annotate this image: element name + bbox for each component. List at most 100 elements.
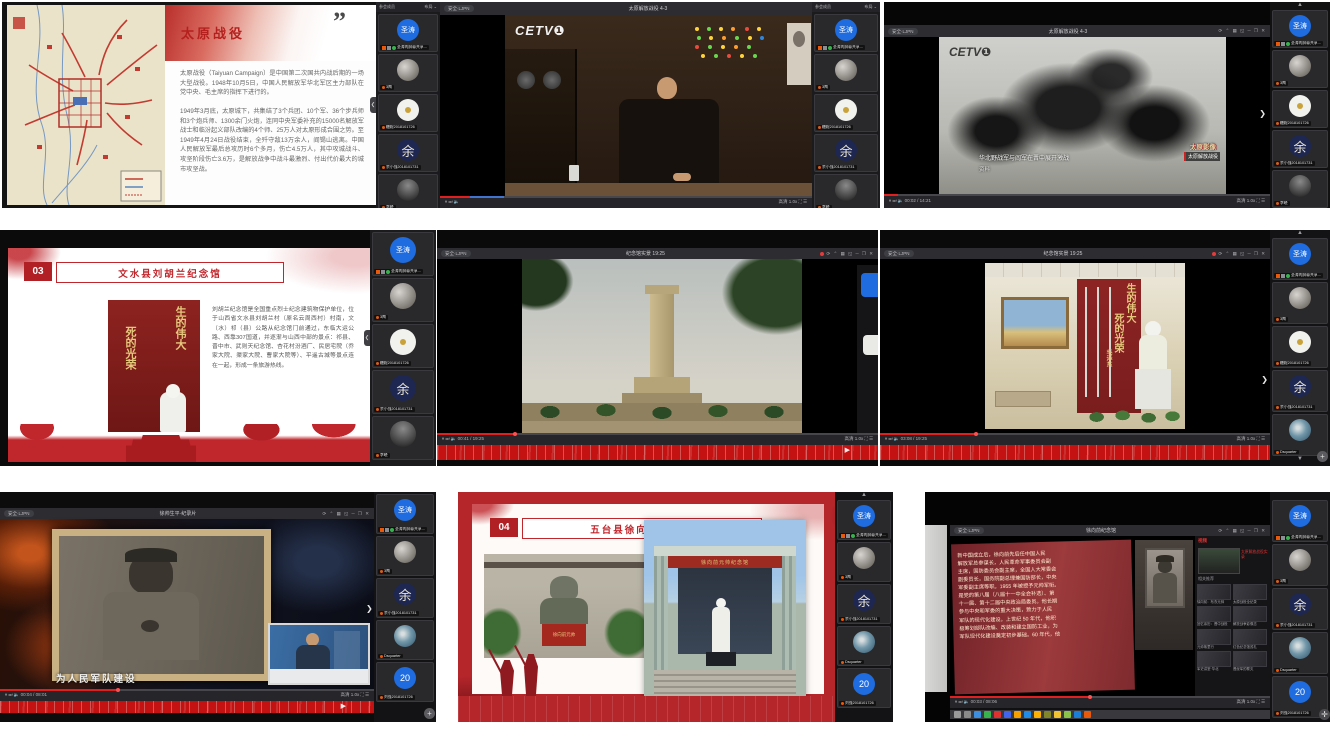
featured-thumbnail[interactable] bbox=[1198, 548, 1240, 574]
participant-tile[interactable]: 圣涛 圣涛的屏幕共享… bbox=[372, 232, 434, 276]
recommendation-thumbnail[interactable] bbox=[1233, 651, 1267, 667]
recommendation-thumbnail[interactable] bbox=[1233, 629, 1267, 645]
meeting-id-pill[interactable]: 安全·LJPN bbox=[884, 250, 914, 257]
participant-tile[interactable]: 余 余小强2018101731 bbox=[814, 134, 878, 172]
collapse-arrow[interactable]: ▲ bbox=[835, 492, 893, 498]
next-slide-arrow[interactable]: ❯ bbox=[366, 604, 373, 613]
next-slide-arrow[interactable]: ❯ bbox=[1259, 109, 1266, 118]
window-controls[interactable]: ⟳ ⌃ ▦ ◱ ─ ❐ ✕ bbox=[820, 251, 874, 257]
title-bar[interactable]: 安全·LJPN 徐帅生平·纪录片 ⟳ ⌃ ▦ ◱ ─ ❐ ✕ bbox=[0, 508, 374, 519]
taskbar-app-icon[interactable] bbox=[1004, 711, 1011, 718]
progress-bar[interactable] bbox=[0, 689, 374, 691]
taskbar-app-icon[interactable] bbox=[1014, 711, 1021, 718]
player-bar[interactable]: ⏸ ⏭ 🔈 00:03 / 08:06 高清 1.0x ⛶ ☰ bbox=[950, 696, 1270, 708]
featured-title[interactable]: 太原解放战役实录 bbox=[1241, 550, 1268, 561]
participant-tile[interactable]: Dsquarter bbox=[1272, 414, 1328, 456]
recommendation-thumbnail[interactable] bbox=[1233, 584, 1267, 600]
participant-tile[interactable]: 圣涛 圣涛的屏幕共享… bbox=[1272, 500, 1328, 542]
window-controls[interactable]: ⟳ ⌃ ▦ ◱ ─ ❐ ✕ bbox=[322, 511, 370, 517]
participant-tile[interactable]: 圣涛 圣涛的屏幕共享… bbox=[814, 14, 878, 52]
participant-tile[interactable]: Dsquarter bbox=[837, 626, 891, 666]
recommendation-thumbnail[interactable] bbox=[1197, 629, 1231, 645]
video-area[interactable]: CETV❶ bbox=[440, 15, 812, 196]
danmaku-play-icon[interactable]: ▶ bbox=[845, 446, 850, 454]
participant-tile[interactable]: 余 余小强2018101731 bbox=[378, 134, 438, 172]
danmaku-play-icon[interactable]: ▶ bbox=[341, 702, 346, 710]
player-bar[interactable]: ⏸ ⏭ 🔈 高清 1.0x ⛶ ☰ bbox=[440, 196, 812, 208]
participant-tile[interactable]: 20 刘强2018101726 bbox=[376, 662, 434, 702]
window-control-icons[interactable]: ⟳ ⌃ ▦ ◱ ─ ❐ ✕ bbox=[1218, 251, 1266, 257]
recommendation-title[interactable]: 徐向前：布衣元帅 bbox=[1197, 600, 1231, 604]
recommendation-title[interactable]: 红色纪念馆巡礼 bbox=[1233, 645, 1267, 649]
participant-tile[interactable]: 圣涛 圣涛的屏幕共享… bbox=[378, 14, 438, 52]
taskbar-app-icon[interactable] bbox=[994, 711, 1001, 718]
playback-controls[interactable]: ⏸ ⏭ 🔈 bbox=[445, 199, 459, 205]
recommendation-item[interactable]: 元帅故里行 bbox=[1197, 629, 1231, 649]
recommendation-item[interactable]: 徐向前：布衣元帅 bbox=[1197, 584, 1231, 604]
taskbar-app-icon[interactable] bbox=[1084, 711, 1091, 718]
participant-tile[interactable]: 圣涛 圣涛的屏幕共享… bbox=[1272, 10, 1328, 48]
playback-controls[interactable]: ⏸ ⏭ 🔈 bbox=[955, 699, 969, 704]
participant-tile[interactable]: 糖妮2018101726 bbox=[378, 94, 438, 132]
video-area[interactable]: 新中国成立后，徐向前先后任中国人民 解放军总参谋长，人民革命军事委员会副 主席，… bbox=[950, 536, 1270, 696]
participant-tile[interactable]: 李晓 bbox=[1272, 170, 1328, 208]
recommendation-thumbnail[interactable] bbox=[1197, 651, 1231, 667]
playback-controls[interactable]: ⏸ ⏭ 🔈 bbox=[889, 198, 903, 203]
participant-tile[interactable]: 余 余小强2018101731 bbox=[1272, 370, 1328, 412]
participant-tile[interactable]: Dsquarter bbox=[1272, 632, 1328, 674]
participant-tile[interactable]: 余 余小强2018101731 bbox=[837, 584, 891, 624]
recommendation-title[interactable]: 回忆亲历：晋中战役 bbox=[1197, 622, 1231, 626]
player-bar[interactable]: ⏸ ⏭ 🔈 00:02 / 14:21 高清 1.0x ⛶ ☰ bbox=[884, 194, 1270, 208]
participant-tile[interactable]: 余 余小强2018101731 bbox=[376, 578, 434, 618]
title-bar[interactable]: 安全·LJPN 纪念馆实景 19:25 ⟳ ⌃ ▦ ◱ ─ ❐ ✕ bbox=[880, 248, 1270, 259]
add-participant-button[interactable]: + bbox=[1317, 451, 1328, 462]
title-bar[interactable]: 安全·LJPN 纪念馆实景 19:25 ⟳ ⌃ ▦ ◱ ─ ❐ ✕ bbox=[437, 248, 878, 259]
taskbar-app-icon[interactable] bbox=[984, 711, 991, 718]
next-slide-arrow[interactable]: ❯ bbox=[1261, 375, 1268, 384]
recommendation-item[interactable]: 太原战役全纪录 bbox=[1233, 584, 1267, 604]
participant-tile[interactable]: 圣涛 圣涛的屏幕共享… bbox=[1272, 238, 1328, 280]
video-area[interactable]: CETV❶ 华北野战军与阎军在晋中展开激战 资料 太原影像 太原解放战役 ❯ bbox=[884, 37, 1270, 194]
window-controls[interactable]: ⟳ ⌃ ▦ ◱ ─ ❐ ✕ bbox=[1218, 528, 1266, 534]
participant-tile[interactable]: 余 余小强2018101731 bbox=[372, 370, 434, 414]
video-area[interactable] bbox=[437, 259, 878, 433]
recommendation-title[interactable]: 解放战争影像志 bbox=[1233, 622, 1267, 626]
participant-tile[interactable]: 3陶 bbox=[376, 536, 434, 576]
participant-tile[interactable]: 圣涛 圣涛的屏幕共享… bbox=[376, 494, 434, 534]
participant-tile[interactable]: 3陶 bbox=[1272, 50, 1328, 88]
participant-tile[interactable]: 3陶 bbox=[1272, 282, 1328, 324]
collapse-arrow[interactable]: ▲ bbox=[1270, 2, 1330, 8]
participant-tile[interactable]: 3陶 bbox=[837, 542, 891, 582]
participant-tile[interactable]: 李晓 bbox=[814, 174, 878, 208]
participant-tile[interactable]: 3陶 bbox=[1272, 544, 1328, 586]
player-settings[interactable]: 高清 1.0x ⛶ ☰ bbox=[845, 436, 873, 442]
add-participant-button[interactable]: + bbox=[424, 708, 435, 719]
participant-tile[interactable]: 3陶 bbox=[378, 54, 438, 92]
meeting-id-pill[interactable]: 安全·LJPN bbox=[4, 510, 34, 517]
video-area[interactable]: 为人民军队建设 bbox=[0, 519, 374, 689]
player-settings[interactable]: 高清 1.0x ⛶ ☰ bbox=[1237, 699, 1265, 705]
participant-tile[interactable]: 余 余小强2018101731 bbox=[1272, 130, 1328, 168]
title-bar[interactable]: 安全·LJPN 太原解放战役 4-3 ⟳ ⌃ ▦ ◱ ─ ❐ ✕ bbox=[884, 25, 1270, 37]
recommendation-thumbnail[interactable] bbox=[1197, 584, 1231, 600]
window-control-icons[interactable]: ⟳ ⌃ ▦ ◱ ─ ❐ ✕ bbox=[826, 251, 874, 257]
playback-controls[interactable]: ⏸ ⏭ 🔈 bbox=[885, 436, 899, 441]
recommendation-title[interactable]: 军史讲堂·华北 bbox=[1197, 667, 1231, 671]
progress-handle[interactable] bbox=[513, 432, 517, 436]
participant-tile[interactable]: 糖妮2018101726 bbox=[372, 324, 434, 368]
recommendation-title[interactable]: 晋绥军的覆灭 bbox=[1233, 667, 1267, 671]
player-settings[interactable]: 高清 1.0x ⛶ ☰ bbox=[1237, 436, 1265, 442]
progress-bar[interactable] bbox=[440, 196, 812, 198]
meeting-id-pill[interactable]: 安全·LJPN bbox=[441, 250, 471, 257]
window-controls[interactable]: ⟳ ⌃ ▦ ◱ ─ ❐ ✕ bbox=[1212, 251, 1266, 257]
sidebar-collapse-handle[interactable]: ❮ bbox=[370, 97, 376, 113]
participant-tile[interactable]: 糖妮2018101726 bbox=[1272, 90, 1328, 128]
taskbar-app-icon[interactable] bbox=[1024, 711, 1031, 718]
participant-tile[interactable]: 3陶 bbox=[814, 54, 878, 92]
recommendation-title[interactable]: 太原战役全纪录 bbox=[1233, 600, 1267, 604]
participant-tile[interactable]: 3陶 bbox=[372, 278, 434, 322]
participant-tile[interactable]: 糖妮2018101726 bbox=[1272, 326, 1328, 368]
player-bar[interactable]: ⏸ ⏭ 🔈 00:04 / 08:01 高清 1.0x ⛶ ☰ bbox=[0, 689, 374, 701]
taskbar-app-icon[interactable] bbox=[974, 711, 981, 718]
participant-tile[interactable]: 余 余小强2018101731 bbox=[1272, 588, 1328, 630]
